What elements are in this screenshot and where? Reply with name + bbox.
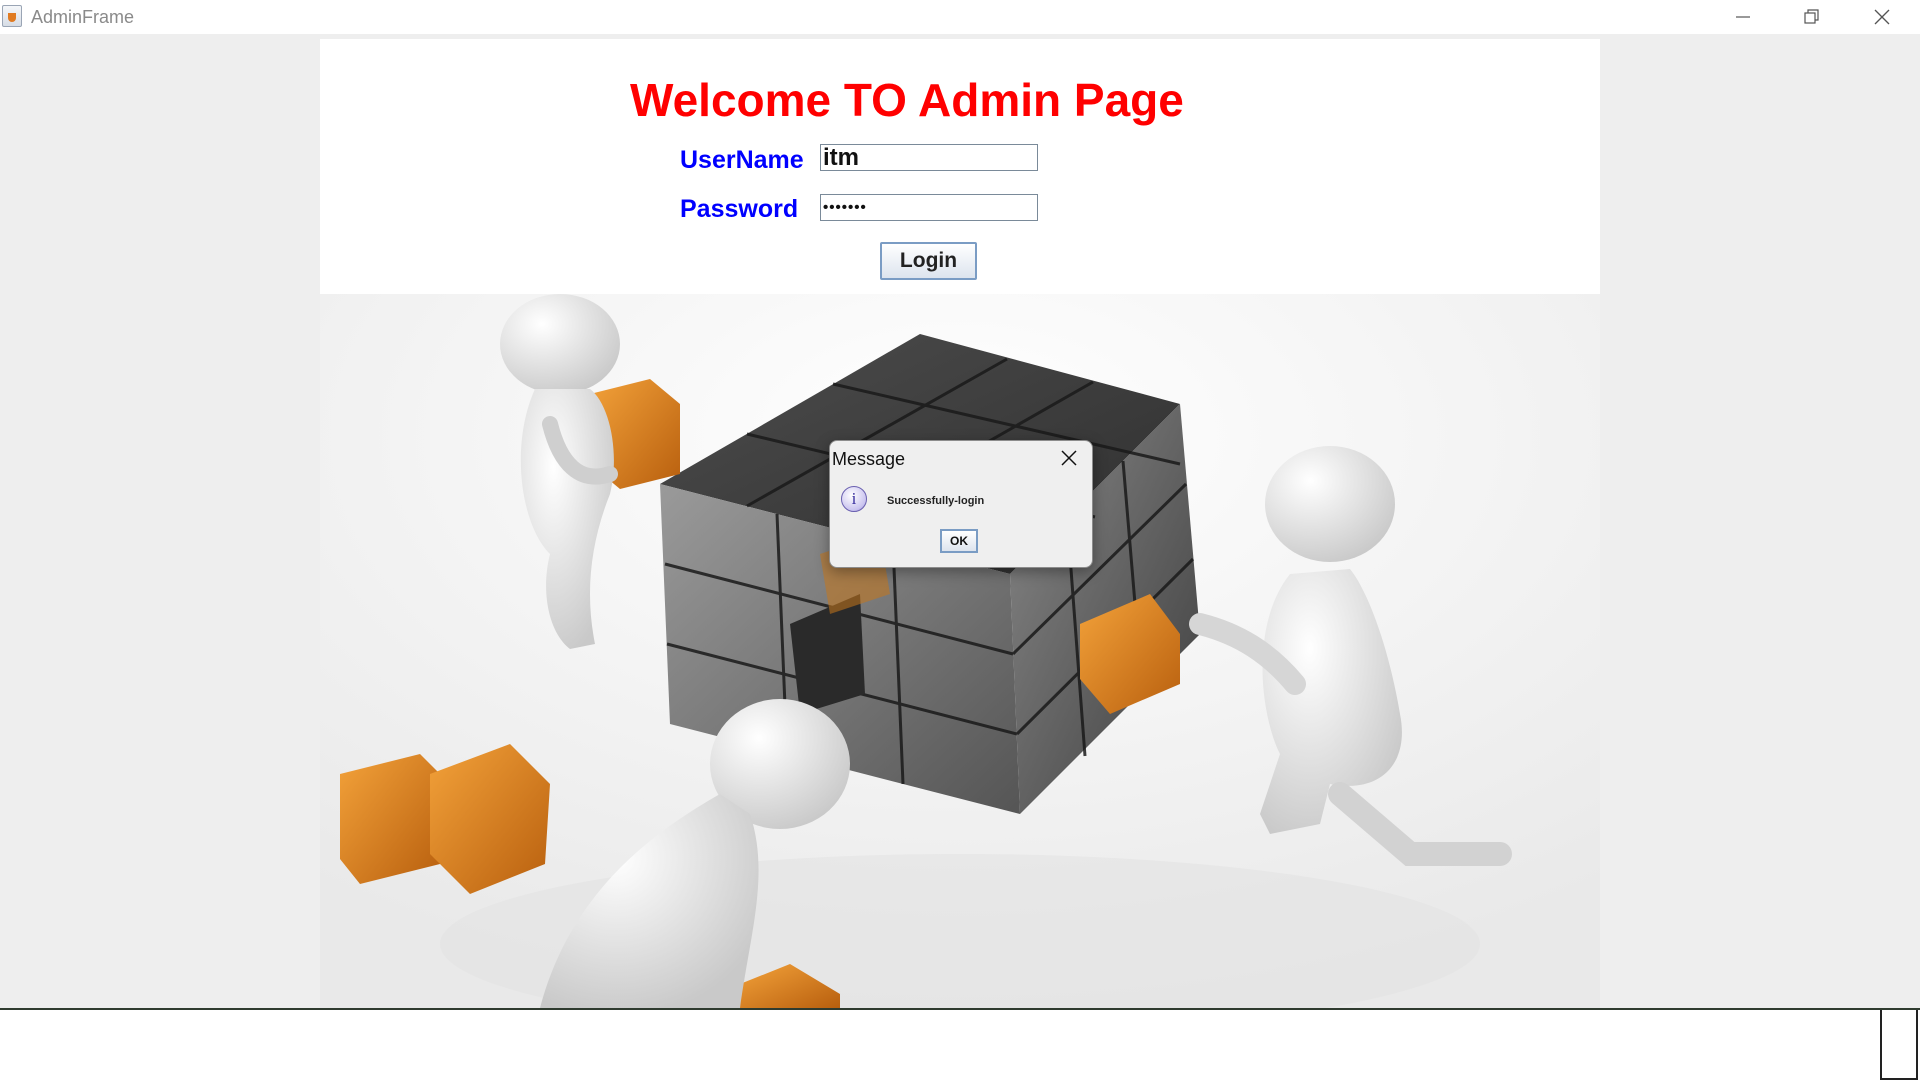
username-field[interactable]: itm bbox=[820, 144, 1038, 171]
dialog-close-button[interactable] bbox=[1058, 447, 1080, 469]
close-icon bbox=[1874, 9, 1890, 25]
info-icon: i bbox=[841, 486, 867, 512]
password-field[interactable]: ••••••• bbox=[820, 194, 1038, 221]
close-button[interactable] bbox=[1848, 0, 1918, 34]
ok-button[interactable]: OK bbox=[940, 529, 978, 553]
password-label: Password bbox=[680, 195, 799, 223]
minimize-button[interactable] bbox=[1709, 0, 1779, 34]
bottom-corner-box bbox=[1880, 1010, 1918, 1080]
window-title-bar: AdminFrame bbox=[0, 0, 1920, 34]
restore-button[interactable] bbox=[1778, 0, 1848, 34]
dialog-title: Message bbox=[832, 449, 906, 469]
bottom-strip bbox=[0, 1008, 1920, 1080]
window-title: AdminFrame bbox=[31, 7, 135, 27]
restore-icon bbox=[1804, 9, 1819, 24]
username-label: UserName bbox=[680, 146, 804, 174]
teamwork-cubes-illustration bbox=[320, 294, 1600, 1008]
page-title: Welcome TO Admin Page bbox=[630, 74, 1184, 126]
message-dialog: Message i Successfully-login OK bbox=[829, 440, 1093, 568]
login-button[interactable]: Login bbox=[880, 242, 977, 280]
close-icon bbox=[1061, 450, 1077, 466]
dialog-message: Successfully-login bbox=[887, 495, 985, 507]
minimize-icon bbox=[1736, 16, 1750, 18]
java-app-icon bbox=[2, 5, 22, 27]
